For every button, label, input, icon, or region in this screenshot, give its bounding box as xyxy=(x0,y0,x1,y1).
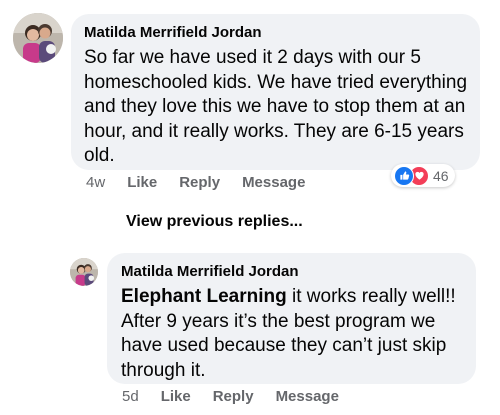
comment-timestamp[interactable]: 4w xyxy=(86,174,105,191)
avatar[interactable] xyxy=(70,258,98,286)
comment-text: So far we have used it 2 days with our 5… xyxy=(84,47,468,166)
reply-bubble: Matilda Merrifield Jordan Elephant Learn… xyxy=(107,253,476,384)
view-previous-replies-link[interactable]: View previous replies... xyxy=(126,213,303,231)
reactions-badge[interactable]: 46 xyxy=(391,164,455,187)
reply-button[interactable]: Reply xyxy=(179,174,220,191)
reply-actions: 5d Like Reply Message xyxy=(122,388,361,405)
reply-author[interactable]: Matilda Merrifield Jordan xyxy=(121,262,464,282)
avatar[interactable] xyxy=(13,13,63,63)
reply-button[interactable]: Reply xyxy=(213,388,254,405)
mention-link[interactable]: Elephant Learning xyxy=(121,286,287,307)
like-icon xyxy=(394,165,414,186)
profile-photo xyxy=(13,13,63,63)
like-button[interactable]: Like xyxy=(127,174,157,191)
reply-text: Elephant Learning it works really well!!… xyxy=(121,285,464,383)
comment-author[interactable]: Matilda Merrifield Jordan xyxy=(84,23,468,43)
comment-bubble: Matilda Merrifield Jordan So far we have… xyxy=(71,14,480,170)
message-button[interactable]: Message xyxy=(276,388,339,405)
reply-timestamp[interactable]: 5d xyxy=(122,388,139,405)
like-button[interactable]: Like xyxy=(161,388,191,405)
profile-photo xyxy=(70,258,98,286)
message-button[interactable]: Message xyxy=(242,174,305,191)
comment-actions: 4w Like Reply Message xyxy=(86,174,327,191)
reaction-count: 46 xyxy=(433,167,449,184)
